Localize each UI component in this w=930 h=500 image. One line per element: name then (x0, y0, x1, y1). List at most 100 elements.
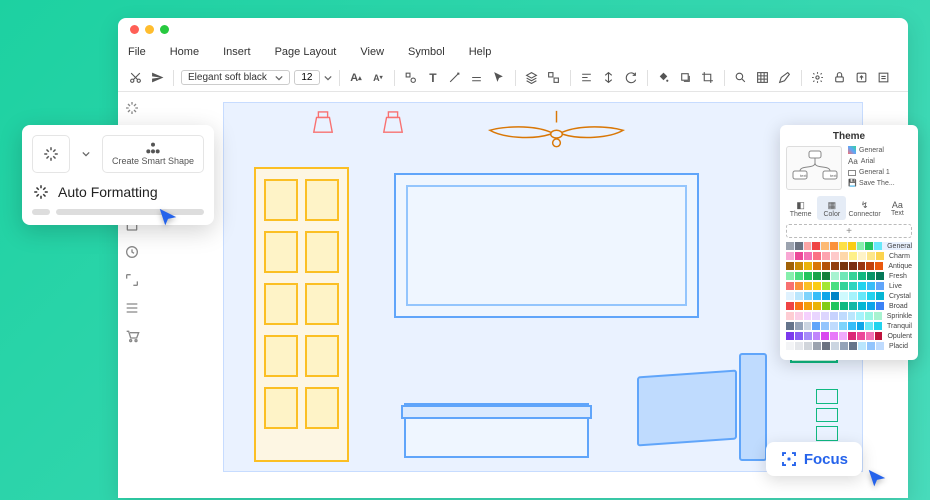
color-swatch[interactable] (786, 302, 794, 310)
color-swatch[interactable] (839, 322, 847, 330)
color-swatch[interactable] (867, 282, 875, 290)
color-swatch[interactable] (831, 342, 839, 350)
palette-row[interactable]: Sprinkle (786, 312, 912, 320)
crop-icon[interactable] (699, 69, 717, 87)
group-icon[interactable] (545, 69, 563, 87)
shape-icon[interactable] (402, 69, 420, 87)
auto-formatting-button[interactable]: Auto Formatting (32, 183, 204, 201)
color-swatch[interactable] (865, 322, 873, 330)
zoom-icon[interactable] (732, 69, 750, 87)
color-swatch[interactable] (804, 322, 812, 330)
text-icon[interactable]: T (424, 69, 442, 87)
color-swatch[interactable] (822, 262, 830, 270)
color-swatch[interactable] (821, 242, 829, 250)
color-swatch[interactable] (840, 272, 848, 280)
color-swatch[interactable] (876, 282, 884, 290)
color-swatch[interactable] (786, 252, 794, 260)
layers-icon[interactable] (523, 69, 541, 87)
color-swatch[interactable] (831, 282, 839, 290)
lock-icon[interactable] (831, 69, 849, 87)
color-swatch[interactable] (812, 242, 820, 250)
color-swatch[interactable] (795, 282, 803, 290)
color-swatch[interactable] (786, 262, 794, 270)
color-swatch[interactable] (822, 302, 830, 310)
color-swatch[interactable] (831, 262, 839, 270)
focus-button[interactable]: Focus (766, 442, 862, 476)
rail-history-icon[interactable] (124, 244, 140, 260)
color-swatch[interactable] (831, 252, 839, 260)
shadow-icon[interactable] (677, 69, 695, 87)
font-select[interactable]: Elegant soft black (181, 70, 290, 85)
distribute-icon[interactable] (600, 69, 618, 87)
color-swatch[interactable] (839, 332, 847, 340)
add-theme-button[interactable]: + (786, 224, 912, 238)
more-icon[interactable] (875, 69, 893, 87)
color-swatch[interactable] (876, 302, 884, 310)
color-swatch[interactable] (795, 262, 803, 270)
color-swatch[interactable] (822, 282, 830, 290)
color-swatch[interactable] (804, 342, 812, 350)
pen-icon[interactable] (776, 69, 794, 87)
color-swatch[interactable] (840, 302, 848, 310)
color-swatch[interactable] (831, 302, 839, 310)
color-swatch[interactable] (795, 322, 803, 330)
spotlight-shape[interactable] (379, 111, 407, 135)
color-swatch[interactable] (831, 292, 839, 300)
menu-insert[interactable]: Insert (223, 46, 251, 58)
color-swatch[interactable] (857, 322, 865, 330)
color-swatch[interactable] (786, 272, 794, 280)
color-swatch[interactable] (831, 272, 839, 280)
close-icon[interactable] (130, 25, 139, 34)
rail-list-icon[interactable] (124, 300, 140, 316)
color-swatch[interactable] (786, 342, 794, 350)
color-swatch[interactable] (858, 342, 866, 350)
color-swatch[interactable] (786, 242, 794, 250)
color-swatch[interactable] (867, 342, 875, 350)
color-swatch[interactable] (858, 272, 866, 280)
color-swatch[interactable] (876, 342, 884, 350)
color-swatch[interactable] (849, 342, 857, 350)
color-swatch[interactable] (813, 302, 821, 310)
color-swatch[interactable] (786, 312, 794, 320)
color-swatch[interactable] (813, 272, 821, 280)
color-swatch[interactable] (867, 272, 875, 280)
menu-file[interactable]: File (128, 46, 146, 58)
color-swatch[interactable] (804, 292, 812, 300)
color-swatch[interactable] (867, 252, 875, 260)
chevron-down-icon[interactable] (78, 135, 94, 173)
tv-shape[interactable] (394, 173, 699, 318)
color-swatch[interactable] (786, 282, 794, 290)
font-size[interactable]: 12 (294, 70, 320, 85)
color-swatch[interactable] (786, 332, 794, 340)
color-swatch[interactable] (840, 262, 848, 270)
pointer-icon[interactable] (490, 69, 508, 87)
color-swatch[interactable] (804, 272, 812, 280)
color-swatch[interactable] (840, 342, 848, 350)
color-swatch[interactable] (840, 292, 848, 300)
palette-row[interactable]: Fresh (786, 272, 912, 280)
palette-row[interactable]: Crystal (786, 292, 912, 300)
rotate-icon[interactable] (622, 69, 640, 87)
color-swatch[interactable] (830, 312, 838, 320)
color-swatch[interactable] (795, 342, 803, 350)
color-swatch[interactable] (840, 282, 848, 290)
color-swatch[interactable] (812, 322, 820, 330)
color-swatch[interactable] (856, 312, 864, 320)
color-swatch[interactable] (874, 242, 882, 250)
fill-icon[interactable] (655, 69, 673, 87)
color-swatch[interactable] (858, 252, 866, 260)
color-swatch[interactable] (849, 252, 857, 260)
color-swatch[interactable] (857, 242, 865, 250)
color-swatch[interactable] (865, 312, 873, 320)
menu-symbol[interactable]: Symbol (408, 46, 445, 58)
color-swatch[interactable] (867, 302, 875, 310)
palette-row[interactable]: Tranquil (786, 322, 912, 330)
color-swatch[interactable] (848, 312, 856, 320)
color-swatch[interactable] (867, 292, 875, 300)
color-swatch[interactable] (849, 282, 857, 290)
color-swatch[interactable] (804, 242, 812, 250)
color-swatch[interactable] (839, 242, 847, 250)
theme-thumbnail[interactable]: texttext (786, 146, 842, 190)
tab-text[interactable]: AaText (883, 196, 912, 220)
color-swatch[interactable] (813, 342, 821, 350)
